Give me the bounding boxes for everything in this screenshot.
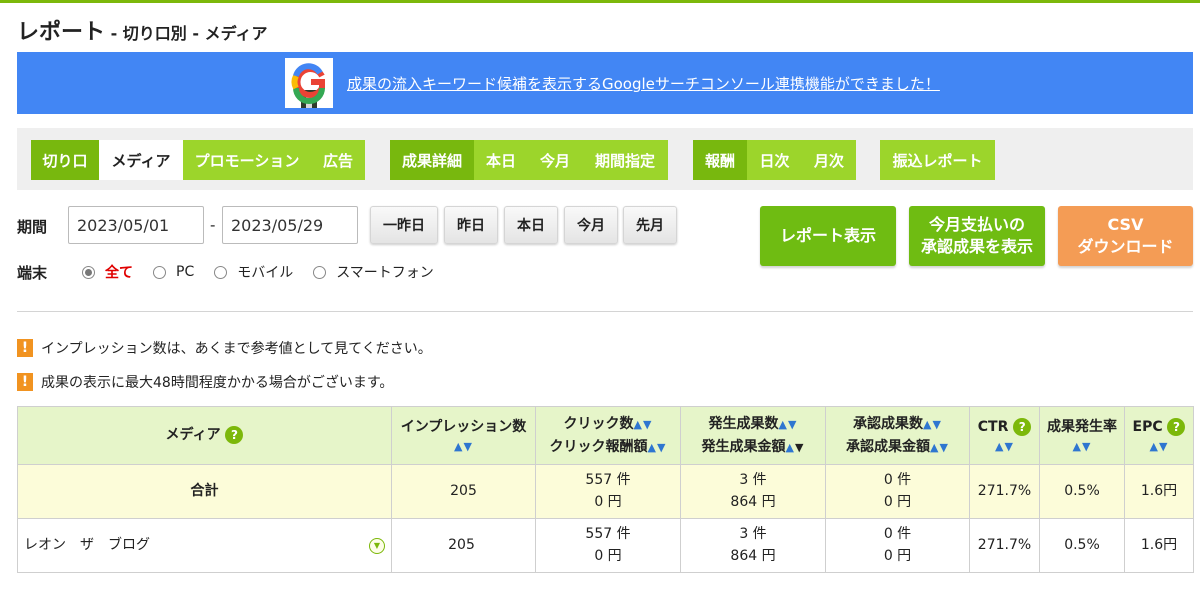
expand-down-icon[interactable]: ▼ — [369, 538, 385, 554]
sort-arrows[interactable]: ▲▼ — [392, 438, 535, 456]
row-clicks: 557 件0 円 — [535, 518, 681, 573]
total-approved: 0 件0 円 — [825, 464, 970, 519]
device-smartphone-label: スマートフォン — [336, 265, 434, 281]
tab-transfer-report[interactable]: 振込レポート — [880, 140, 995, 180]
row-occurred: 3 件 864 円 — [680, 518, 826, 573]
header-occurred[interactable]: 発生成果数▲▼ 発生成果金額▲▼ — [680, 406, 826, 465]
row-epc: 1.6円 — [1124, 518, 1194, 573]
tab-reward[interactable]: 報酬 — [693, 140, 747, 180]
sort-arrows[interactable]: ▲▼ — [970, 438, 1039, 456]
report-tabbar: 切り口 メディア プロモーション 広告 成果詳細 本日 今月 期間指定 報酬 日… — [17, 128, 1193, 190]
warning-icon: ! — [17, 373, 33, 391]
help-icon[interactable]: ? — [225, 426, 244, 445]
tab-today[interactable]: 本日 — [474, 140, 528, 180]
device-mobile-label: モバイル — [237, 265, 294, 281]
header-media[interactable]: メディア ? — [17, 406, 392, 465]
header-impressions[interactable]: インプレッション数 ▲▼ — [391, 406, 536, 465]
notice-impressions: ! インプレッション数は、あくまで参考値として見てください。 — [17, 338, 432, 358]
report-table: メディア ? インプレッション数 ▲▼ クリック数▲▼ クリック報酬額▲▼ 発生成… — [17, 406, 1194, 573]
sort-arrows[interactable]: ▲▼ — [634, 418, 653, 431]
help-icon[interactable]: ? — [1167, 417, 1186, 436]
help-icon[interactable]: ? — [1013, 417, 1032, 436]
total-impressions: 205 — [391, 464, 536, 519]
tabgroup-reward: 報酬 日次 月次 — [693, 140, 856, 180]
table-header-row: メディア ? インプレッション数 ▲▼ クリック数▲▼ クリック報酬額▲▼ 発生成… — [17, 406, 1194, 465]
search-console-link[interactable]: 成果の流入キーワード候補を表示するGoogleサーチコンソール連携機能ができまし… — [347, 73, 940, 94]
quick-today-button[interactable]: 本日 — [504, 206, 558, 244]
header-clicks[interactable]: クリック数▲▼ クリック報酬額▲▼ — [535, 406, 681, 465]
warning-icon: ! — [17, 339, 33, 357]
date-from-input[interactable] — [68, 206, 204, 244]
device-pc-label: PC — [176, 264, 195, 280]
total-occurred: 3 件 864 円 — [680, 464, 826, 519]
quick-last-month-button[interactable]: 先月 — [623, 206, 677, 244]
tab-ads[interactable]: 広告 — [311, 140, 365, 180]
tab-this-month[interactable]: 今月 — [528, 140, 582, 180]
tab-daily[interactable]: 日次 — [747, 140, 802, 180]
total-ctr: 271.7% — [969, 464, 1040, 519]
sort-arrows[interactable]: ▲▼ — [930, 441, 949, 454]
total-label: 合計 — [17, 464, 392, 519]
announcement-banner: 成果の流入キーワード候補を表示するGoogleサーチコンソール連携機能ができまし… — [17, 52, 1193, 114]
sort-arrows[interactable]: ▲▼ — [648, 441, 667, 454]
total-conversion-rate: 0.5% — [1039, 464, 1125, 519]
period-label: 期間 — [17, 218, 48, 236]
row-approved: 0 件0 円 — [825, 518, 970, 573]
sort-arrows-active[interactable]: ▲▼ — [786, 441, 805, 454]
device-radio-group: 全て PC モバイル スマートフォン — [82, 261, 454, 283]
device-smartphone-radio[interactable] — [313, 265, 327, 279]
total-clicks: 557 件0 円 — [535, 464, 681, 519]
csv-download-button[interactable]: CSV ダウンロード — [1058, 206, 1193, 266]
page-subtitle: - 切り口別 - メディア — [105, 24, 268, 43]
sort-arrows[interactable]: ▲▼ — [923, 418, 942, 431]
device-all-label: 全て — [105, 265, 133, 281]
quick-day-before-yesterday-button[interactable]: 一昨日 — [370, 206, 438, 244]
device-mobile-radio[interactable] — [214, 265, 228, 279]
header-conversion-rate[interactable]: 成果発生率 ▲▼ — [1039, 406, 1125, 465]
row-ctr: 271.7% — [969, 518, 1040, 573]
device-label: 端末 — [17, 264, 48, 282]
device-pc-radio[interactable] — [153, 265, 166, 279]
date-separator: - — [210, 216, 216, 234]
media-name-cell: レオン ザ ブログ ▼ — [17, 518, 392, 573]
media-name: レオン ザ ブログ — [24, 536, 150, 553]
header-ctr[interactable]: CTR ? ▲▼ — [969, 406, 1040, 465]
date-to-input[interactable] — [222, 206, 358, 244]
tab-dimension[interactable]: 切り口 — [31, 140, 99, 180]
google-logo-icon — [285, 58, 333, 108]
device-all-radio[interactable] — [82, 265, 95, 279]
section-divider — [17, 311, 1193, 312]
tabgroup-results: 成果詳細 本日 今月 期間指定 — [390, 140, 668, 180]
sort-arrows[interactable]: ▲▼ — [779, 418, 798, 431]
total-row: 合計 205 557 件0 円 3 件 864 円 0 件0 円 271.7% 0… — [17, 464, 1194, 519]
quick-this-month-button[interactable]: 今月 — [564, 206, 618, 244]
row-conversion-rate: 0.5% — [1039, 518, 1125, 573]
quick-yesterday-button[interactable]: 昨日 — [444, 206, 498, 244]
tab-promotion[interactable]: プロモーション — [183, 140, 311, 180]
table-row: レオン ザ ブログ ▼ 205 557 件0 円 3 件 864 円 0 件0 円… — [17, 518, 1194, 573]
header-epc[interactable]: EPC ? ▲▼ — [1124, 406, 1194, 465]
page-title: レポート - 切り口別 - メディア — [17, 20, 268, 45]
tab-result-detail[interactable]: 成果詳細 — [390, 140, 474, 180]
tab-period[interactable]: 期間指定 — [582, 140, 668, 180]
tab-monthly[interactable]: 月次 — [802, 140, 856, 180]
tab-media[interactable]: メディア — [99, 140, 183, 180]
show-report-button[interactable]: レポート表示 — [760, 206, 896, 266]
sort-arrows[interactable]: ▲▼ — [1125, 438, 1193, 456]
sort-arrows[interactable]: ▲▼ — [1040, 438, 1124, 456]
total-epc: 1.6円 — [1124, 464, 1194, 519]
tabgroup-dimension: 切り口 メディア プロモーション 広告 — [31, 140, 365, 180]
notice-delay: ! 成果の表示に最大48時間程度かかる場合がございます。 — [17, 372, 393, 392]
show-monthly-approved-button[interactable]: 今月支払いの 承認成果を表示 — [909, 206, 1045, 266]
top-accent-line — [0, 0, 1200, 3]
row-impressions: 205 — [391, 518, 536, 573]
tabgroup-transfer: 振込レポート — [880, 140, 995, 180]
header-approved[interactable]: 承認成果数▲▼ 承認成果金額▲▼ — [825, 406, 970, 465]
